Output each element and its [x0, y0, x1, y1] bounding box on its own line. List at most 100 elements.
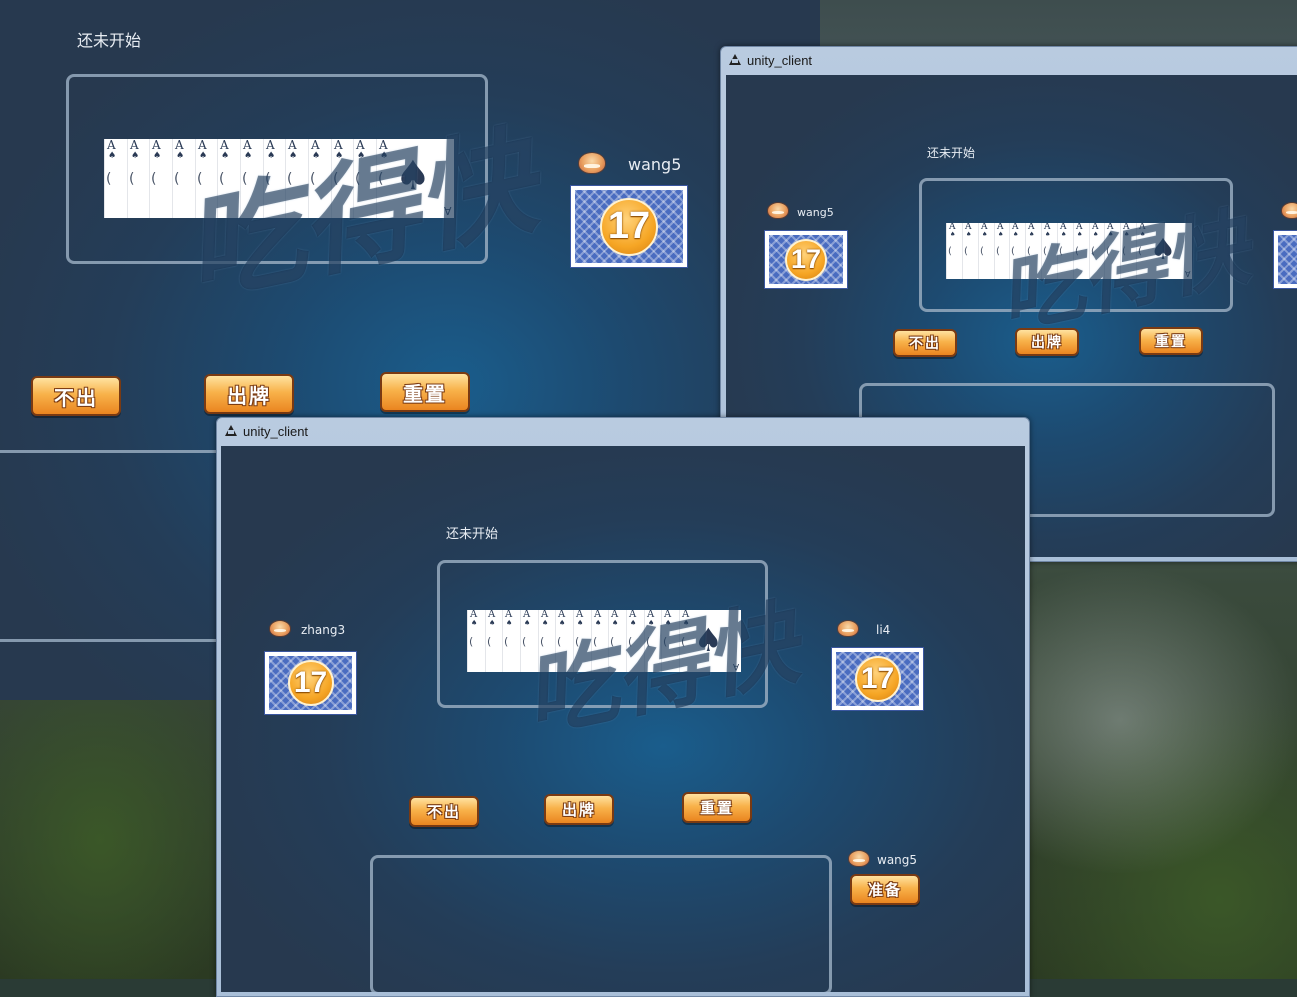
avatar-icon: [270, 621, 290, 636]
playing-card[interactable]: A ♠(: [331, 139, 354, 218]
playing-card[interactable]: A ♠(: [1041, 223, 1057, 279]
playing-card[interactable]: A ♠(: [502, 610, 520, 672]
spade-icon: ♠: [312, 151, 321, 161]
spade-icon: ♠: [131, 151, 140, 161]
playing-card[interactable]: A ♠(: [1057, 223, 1073, 279]
spade-icon: ♠: [648, 619, 655, 627]
card-edge-mark: (: [1075, 246, 1079, 257]
unity-icon: [729, 54, 741, 66]
card-edge-mark: (: [593, 635, 598, 648]
playing-card[interactable]: A ♠(: [172, 139, 195, 218]
spade-icon: ♠: [1150, 232, 1176, 266]
playing-card[interactable]: A ♠(: [573, 610, 591, 672]
spade-icon: ♠: [683, 619, 690, 627]
card-rank: A: [266, 139, 275, 152]
window-title-bar[interactable]: unity_client: [729, 51, 812, 69]
playing-card[interactable]: A ♠(: [1025, 223, 1041, 279]
spade-icon: ♠: [1077, 231, 1083, 238]
playing-card[interactable]: A ♠(: [195, 139, 218, 218]
playing-card[interactable]: A ♠(♠ A: [1136, 223, 1192, 279]
window-title-bar[interactable]: unity_client: [225, 422, 308, 440]
card-rank: A: [152, 139, 161, 152]
playing-card[interactable]: A ♠(: [1089, 223, 1105, 279]
playing-card[interactable]: A ♠(: [661, 610, 679, 672]
pass-button[interactable]: 不出: [31, 376, 121, 416]
card-rank: A: [130, 139, 139, 152]
card-rank: A: [379, 139, 388, 152]
reset-button[interactable]: 重置: [682, 792, 752, 823]
card-edge-mark: (: [378, 171, 384, 187]
playing-card[interactable]: A ♠(: [217, 139, 240, 218]
playing-card[interactable]: A ♠(: [520, 610, 538, 672]
playing-card[interactable]: A ♠(: [240, 139, 263, 218]
client-window-front[interactable]: unity_client 还未开始 A ♠(A ♠(A ♠(A ♠(A ♠(A ♠(A ♠(A…: [216, 417, 1030, 997]
card-edge-mark: (: [663, 635, 668, 648]
card-edge-mark: (: [487, 635, 492, 648]
spade-icon: ♠: [1124, 231, 1130, 238]
player-hand[interactable]: A ♠(A ♠(A ♠(A ♠(A ♠(A ♠(A ♠(A ♠(A ♠(A ♠(A ♠(A ♠(A ♠(♠…: [946, 223, 1192, 279]
playing-card[interactable]: A ♠(: [644, 610, 662, 672]
card-edge-mark: (: [522, 635, 527, 648]
reset-button[interactable]: 重置: [380, 372, 470, 412]
playing-card[interactable]: A ♠(: [353, 139, 376, 218]
player-hand[interactable]: A ♠(A ♠(A ♠(A ♠(A ♠(A ♠(A ♠(A ♠(A ♠(A ♠(A ♠(A ♠(A ♠(♠…: [467, 610, 741, 672]
card-edge-mark: (: [575, 635, 580, 648]
playing-card[interactable]: A ♠(: [555, 610, 573, 672]
card-edge-mark: (: [174, 171, 180, 187]
spade-icon: ♠: [108, 151, 117, 161]
card-rank: A: [198, 139, 207, 152]
playing-card[interactable]: A ♠(: [104, 139, 127, 218]
card-rank: A: [334, 139, 343, 152]
spade-icon: ♠: [244, 151, 253, 161]
pass-button[interactable]: 不出: [409, 796, 479, 827]
playing-card[interactable]: A ♠(: [946, 223, 962, 279]
playing-card[interactable]: A ♠(: [285, 139, 308, 218]
playing-card[interactable]: A ♠(: [626, 610, 644, 672]
card-count: 17: [854, 656, 901, 702]
playing-card[interactable]: A ♠(♠ A: [376, 139, 454, 218]
ready-button[interactable]: 准备: [850, 874, 920, 905]
reset-button[interactable]: 重置: [1139, 327, 1203, 355]
card-rank: A: [732, 661, 739, 671]
playing-card[interactable]: A ♠(: [485, 610, 503, 672]
playing-card[interactable]: A ♠(: [467, 610, 485, 672]
pass-button[interactable]: 不出: [893, 329, 957, 357]
playing-card[interactable]: A ♠(: [1120, 223, 1136, 279]
card-edge-mark: (: [1011, 246, 1015, 257]
playing-card[interactable]: A ♠(: [1009, 223, 1025, 279]
play-button[interactable]: 出牌: [1015, 328, 1079, 356]
spade-icon: ♠: [577, 619, 584, 627]
playing-card[interactable]: A ♠(: [978, 223, 994, 279]
spade-icon: ♠: [1029, 231, 1035, 238]
player-hand[interactable]: A ♠(A ♠(A ♠(A ♠(A ♠(A ♠(A ♠(A ♠(A ♠(A ♠(A ♠(A ♠(A ♠(♠…: [104, 139, 454, 218]
playing-card[interactable]: A ♠(: [1073, 223, 1089, 279]
spade-icon: ♠: [1061, 231, 1067, 238]
playing-card[interactable]: A ♠(♠ A: [679, 610, 741, 672]
play-button[interactable]: 出牌: [204, 374, 294, 414]
playing-card[interactable]: A ♠(: [591, 610, 609, 672]
card-edge-mark: (: [151, 171, 157, 187]
playing-card[interactable]: A ♠(: [962, 223, 978, 279]
card-edge-mark: (: [948, 246, 952, 257]
spade-icon: ♠: [1108, 231, 1114, 238]
player-name: li4: [876, 623, 891, 637]
avatar-icon: [838, 621, 858, 636]
playing-card[interactable]: A ♠(: [994, 223, 1010, 279]
playing-card[interactable]: A ♠(: [538, 610, 556, 672]
playing-card[interactable]: A ♠(: [308, 139, 331, 218]
playing-card[interactable]: A ♠(: [149, 139, 172, 218]
card-edge-mark: (: [646, 635, 651, 648]
card-edge-mark: (: [964, 246, 968, 257]
playing-card[interactable]: A ♠(: [1104, 223, 1120, 279]
avatar-icon: [768, 203, 788, 218]
card-rank: A: [243, 139, 252, 152]
card-edge-mark: (: [1027, 246, 1031, 257]
card-count: 17: [287, 660, 334, 706]
player-name: wang5: [628, 155, 682, 174]
spade-icon: ♠: [176, 151, 185, 161]
play-button[interactable]: 出牌: [544, 794, 614, 825]
playing-card[interactable]: A ♠(: [608, 610, 626, 672]
playing-card[interactable]: A ♠(: [263, 139, 286, 218]
card-edge-mark: (: [557, 635, 562, 648]
playing-card[interactable]: A ♠(: [127, 139, 150, 218]
